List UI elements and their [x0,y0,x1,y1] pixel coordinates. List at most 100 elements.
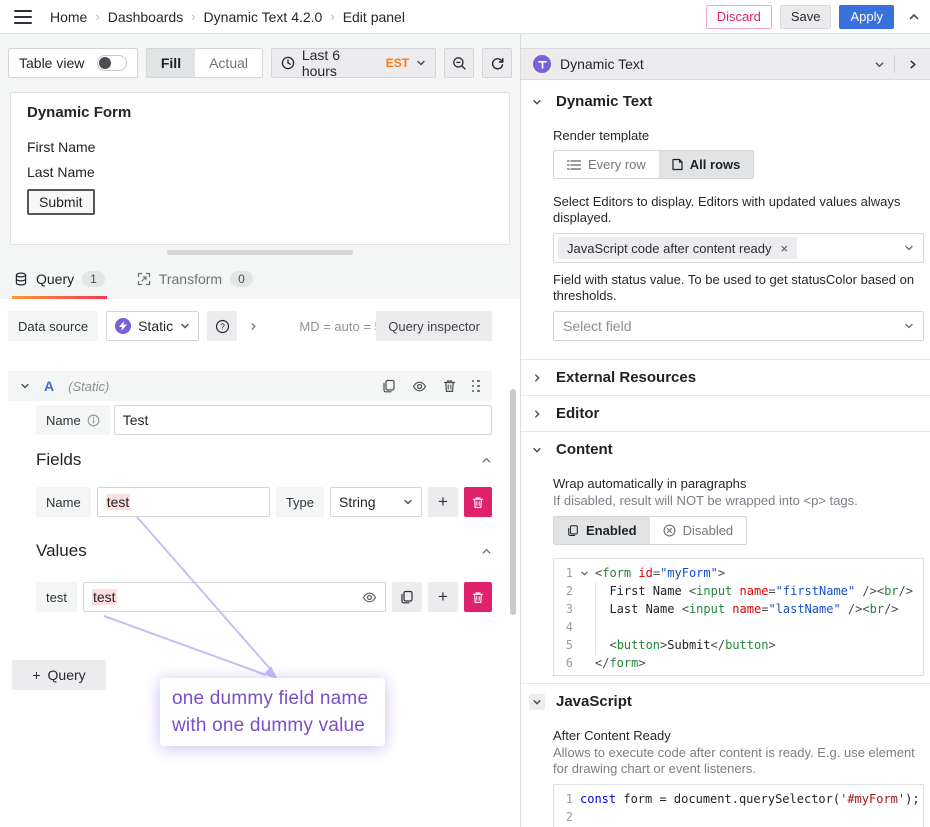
disabled-option[interactable]: Disabled [650,517,747,544]
fold-spacer [580,654,595,672]
datasource-name: Static [138,318,173,334]
section-editor[interactable]: Editor [521,395,930,431]
breadcrumb-dashboards[interactable]: Dashboards [108,9,184,25]
line-number: 2 [554,582,580,600]
code-text [595,618,923,636]
chevron-down-icon [20,381,30,391]
enabled-option[interactable]: Enabled [554,517,650,544]
copy-value-button[interactable] [392,582,422,612]
fill-option[interactable]: Fill [147,49,195,77]
collapse-pane-icon[interactable] [904,59,922,70]
database-icon [14,272,28,286]
drag-query-handle[interactable] [472,380,481,393]
code-line[interactable]: 4 [554,618,923,636]
remove-value-button[interactable] [464,582,492,612]
remove-field-button[interactable] [464,487,492,517]
info-icon [87,414,100,427]
status-field-select[interactable]: Select field [553,311,924,341]
datasource-help-button[interactable]: ? [207,311,237,341]
section-dynamic-text[interactable]: Dynamic Text [521,80,930,119]
query-inspector-button[interactable]: Query inspector [376,311,492,341]
chevron-down-icon [529,694,545,710]
code-line[interactable]: 6</form> [554,654,923,672]
javascript-code-editor[interactable]: 1const form = document.querySelector('#m… [553,784,924,827]
value-row: test test + [36,582,492,612]
field-name-input[interactable]: test [97,487,270,517]
dynamic-text-options: Render template Every row All rows Selec… [521,128,930,359]
code-line[interactable]: 1<form id="myForm"> [554,564,923,582]
chevron-up-icon[interactable] [908,11,920,23]
chevron-down-icon[interactable] [874,59,885,70]
code-line[interactable]: 5 <button>Submit</button> [554,636,923,654]
table-view-toggle[interactable] [97,55,127,71]
remove-chip-icon[interactable]: × [781,241,789,256]
actual-option[interactable]: Actual [195,49,262,77]
add-query-button[interactable]: + Query [12,660,106,690]
code-line[interactable]: 3 Last Name <input name="lastName" /><br… [554,600,923,618]
section-external-resources[interactable]: External Resources [521,359,930,395]
wrap-switch: Enabled Disabled [553,516,747,545]
add-value-button[interactable]: + [428,582,458,612]
scrollbar-thumb[interactable] [510,389,516,615]
discard-button[interactable]: Discard [706,5,772,29]
preview-panel-title: Dynamic Form [27,104,493,121]
collapse-values-icon[interactable] [481,546,492,557]
editors-multiselect[interactable]: JavaScript code after content ready × [553,233,924,263]
section-javascript[interactable]: JavaScript [521,683,930,719]
after-content-ready-description: Allows to execute code after content is … [553,745,924,777]
duplicate-query-icon[interactable] [382,379,396,393]
every-row-option[interactable]: Every row [554,151,659,178]
help-icon: ? [215,319,230,334]
zoom-out-button[interactable] [444,48,474,78]
preview-value-icon[interactable] [362,590,377,605]
code-line[interactable]: 2 [554,808,923,826]
all-rows-option[interactable]: All rows [659,151,754,178]
tab-transform-label: Transform [159,271,222,287]
preview-submit-button[interactable]: Submit [27,189,95,215]
collapse-fields-icon[interactable] [481,455,492,466]
section-content[interactable]: Content [521,431,930,467]
time-range-picker[interactable]: Last 6 hours EST [271,48,436,78]
fold-spacer [580,582,595,600]
field-type-select[interactable]: String [330,487,422,517]
content-options: Wrap automatically in paragraphs If disa… [521,476,930,683]
query-row-header[interactable]: A (Static) [8,371,492,401]
query-row-actions [382,379,481,394]
expand-stats-icon[interactable] [249,322,258,331]
drag-handle[interactable] [167,250,353,255]
delete-query-icon[interactable] [443,379,456,393]
query-name-input[interactable]: Test [114,405,492,435]
refresh-button[interactable] [482,48,512,78]
line-number: 2 [554,808,580,826]
trash-icon [472,591,484,604]
code-line[interactable]: 1const form = document.querySelector('#m… [554,790,923,808]
code-text: const form = document.querySelector('#my… [580,790,923,808]
datasource-picker[interactable]: Static [106,311,199,341]
tab-transform[interactable]: Transform 0 [135,259,255,299]
save-button[interactable]: Save [780,5,832,29]
content-code-editor[interactable]: 1<form id="myForm">2 First Name <input n… [553,558,924,676]
wrap-description: If disabled, result will NOT be wrapped … [553,493,924,509]
add-field-button[interactable]: + [428,487,458,517]
chevron-right-icon [529,370,545,386]
select-field-placeholder: Select field [563,318,631,334]
query-datasource-type: (Static) [68,379,109,394]
refresh-icon [490,56,505,71]
document-icon [672,158,683,171]
code-line[interactable]: 2 First Name <input name="firstName" /><… [554,582,923,600]
apply-button[interactable]: Apply [839,5,894,29]
menu-icon[interactable] [14,10,32,24]
value-input[interactable]: test [83,582,386,612]
panel-options-pane: Dynamic Text Dynamic Text Render templat… [520,34,930,827]
breadcrumb-dashboard-name[interactable]: Dynamic Text 4.2.0 [204,9,323,25]
tab-query[interactable]: Query 1 [12,259,107,299]
chevron-down-icon [904,243,914,253]
chevron-down-icon [904,321,914,331]
fold-icon[interactable] [580,564,595,582]
status-field-label: Field with status value. To be used to g… [553,272,924,304]
static-datasource-icon [115,318,131,334]
hide-query-icon[interactable] [412,379,427,394]
breadcrumb-home[interactable]: Home [50,9,87,25]
transform-count-badge: 0 [230,271,253,287]
plus-icon: + [32,667,40,683]
